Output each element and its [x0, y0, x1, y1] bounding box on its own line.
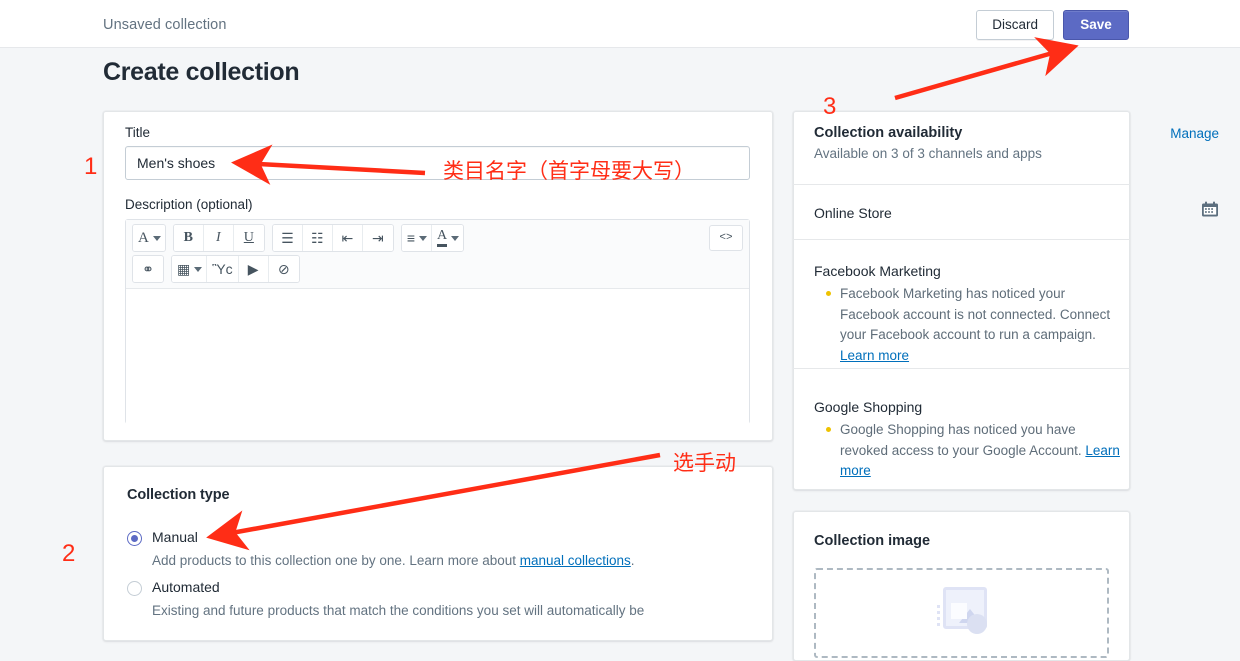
text-align-icon-glyph: ≡ [407, 231, 415, 245]
bold-icon-glyph: B [184, 231, 193, 245]
top-bar-actions: Discard Save [976, 10, 1129, 40]
chevron-down-icon [194, 267, 202, 272]
editor-group-link: ⚭ [132, 255, 164, 283]
discard-button[interactable]: Discard [976, 10, 1054, 40]
collection-image-dropzone[interactable] [814, 568, 1109, 658]
table-icon-glyph: ▦ [177, 262, 190, 276]
outdent-icon[interactable]: ⇤ [333, 225, 363, 251]
annotation-number-3: 3 [823, 93, 836, 121]
clear-formatting-icon-glyph: ⊘ [278, 262, 290, 276]
numbered-list-icon-glyph: ☷ [311, 231, 324, 245]
editor-group-lists: ☰ ☷ ⇤ ⇥ [272, 224, 394, 252]
facebook-warning-text: Facebook Marketing has noticed your Face… [840, 286, 1110, 342]
link-icon-glyph: ⚭ [142, 262, 154, 276]
title-field-label: Title [125, 125, 150, 140]
annotation-number-1: 1 [84, 153, 97, 181]
radio-manual-label: Manual [152, 529, 198, 545]
collection-image-heading: Collection image [814, 533, 930, 549]
google-warning-list: Google Shopping has noticed you have rev… [824, 420, 1122, 482]
radio-manual-icon[interactable] [127, 531, 142, 546]
description-editor: A BIU ☰☷⇤⇥ ≡A <> ⚭ ▦Ὓc▶⊘ [125, 219, 750, 424]
availability-divider-3 [793, 368, 1130, 369]
table-icon[interactable]: ▦ [172, 256, 207, 282]
top-bar: Unsaved collection Discard Save [0, 0, 1240, 48]
insert-video-icon[interactable]: ▶ [239, 256, 269, 282]
italic-icon[interactable]: I [204, 225, 234, 251]
editor-toolbar-row-2: ⚭ ▦ Ὓc ▶ ⊘ [132, 255, 743, 283]
link-icon[interactable]: ⚭ [133, 256, 163, 282]
annotation-manual-cn: 选手动 [673, 447, 736, 477]
radio-manual-help: Add products to this collection one by o… [152, 551, 762, 570]
radio-option-manual[interactable]: Manual [127, 529, 198, 547]
chevron-down-icon [419, 236, 427, 241]
facebook-warning-list: Facebook Marketing has noticed your Face… [824, 284, 1122, 366]
google-warning-text: Google Shopping has noticed you have rev… [840, 422, 1085, 458]
italic-icon-glyph: I [216, 231, 221, 245]
image-placeholder-icon [937, 587, 987, 633]
bold-icon[interactable]: B [174, 225, 204, 251]
editor-group-align: ≡A [401, 224, 464, 252]
google-warning-item: Google Shopping has noticed you have rev… [824, 420, 1122, 482]
underline-icon[interactable]: U [234, 225, 264, 251]
radio-automated-icon[interactable] [127, 581, 142, 596]
calendar-icon [1201, 201, 1219, 218]
channel-name-google-shopping: Google Shopping [814, 399, 922, 415]
description-field-label: Description (optional) [125, 197, 253, 212]
editor-group-insert: ▦ Ὓc ▶ ⊘ [171, 255, 300, 283]
availability-manage-link[interactable]: Manage [1170, 126, 1219, 141]
font-style-icon[interactable]: A [133, 225, 165, 251]
text-color-icon[interactable]: A [432, 225, 463, 251]
radio-automated-help: Existing and future products that match … [152, 601, 762, 620]
indent-icon[interactable]: ⇥ [363, 225, 393, 251]
numbered-list-icon[interactable]: ☷ [303, 225, 333, 251]
annotation-number-2: 2 [62, 540, 75, 568]
placeholder-upload-badge [967, 614, 987, 634]
description-editor-body[interactable] [126, 289, 749, 425]
insert-image-icon[interactable]: Ὓc [207, 256, 238, 282]
editor-toolbar-row-1: A BIU ☰☷⇤⇥ ≡A <> [132, 224, 743, 252]
availability-divider-1 [793, 184, 1130, 185]
font-style-icon-glyph: A [138, 231, 149, 246]
editor-toolbar: A BIU ☰☷⇤⇥ ≡A <> ⚭ ▦Ὓc▶⊘ [126, 220, 749, 289]
indent-icon-glyph: ⇥ [372, 231, 384, 245]
editor-group-style: BIU [173, 224, 265, 252]
editor-group-font: A [132, 224, 166, 252]
unsaved-collection-label: Unsaved collection [103, 17, 227, 33]
bulleted-list-icon-glyph: ☰ [281, 231, 294, 245]
radio-manual-help-tail: . [631, 553, 635, 568]
radio-manual-help-text: Add products to this collection one by o… [152, 553, 520, 568]
facebook-learn-more-link[interactable]: Learn more [840, 348, 909, 363]
availability-subtitle: Available on 3 of 3 channels and apps [814, 146, 1042, 161]
collection-type-heading: Collection type [127, 487, 229, 503]
insert-image-icon-glyph: Ὓc [212, 262, 232, 276]
radio-option-automated[interactable]: Automated [127, 579, 220, 597]
manual-collections-link[interactable]: manual collections [520, 553, 631, 568]
bulleted-list-icon[interactable]: ☰ [273, 225, 303, 251]
underline-icon-glyph: U [244, 231, 254, 245]
availability-heading: Collection availability [814, 125, 962, 141]
radio-automated-label: Automated [152, 579, 220, 595]
text-color-icon-glyph: A [437, 229, 447, 247]
placeholder-dots [937, 605, 940, 629]
channel-name-facebook-marketing: Facebook Marketing [814, 263, 941, 279]
page-title: Create collection [103, 58, 299, 87]
arrow-to-save [895, 48, 1070, 98]
channel-name-online-store: Online Store [814, 205, 892, 221]
availability-divider-2 [793, 239, 1130, 240]
facebook-warning-item: Facebook Marketing has noticed your Face… [824, 284, 1122, 366]
code-view-icon[interactable]: <> [709, 225, 743, 251]
annotation-title-cn: 类目名字（首字母要大写） [443, 155, 695, 185]
chevron-down-icon [153, 236, 161, 241]
clear-formatting-icon[interactable]: ⊘ [269, 256, 299, 282]
save-button[interactable]: Save [1063, 10, 1129, 40]
insert-video-icon-glyph: ▶ [248, 262, 259, 276]
chevron-down-icon [451, 236, 459, 241]
placeholder-square [951, 603, 967, 619]
text-align-icon[interactable]: ≡ [402, 225, 432, 251]
outdent-icon-glyph: ⇤ [341, 231, 353, 245]
